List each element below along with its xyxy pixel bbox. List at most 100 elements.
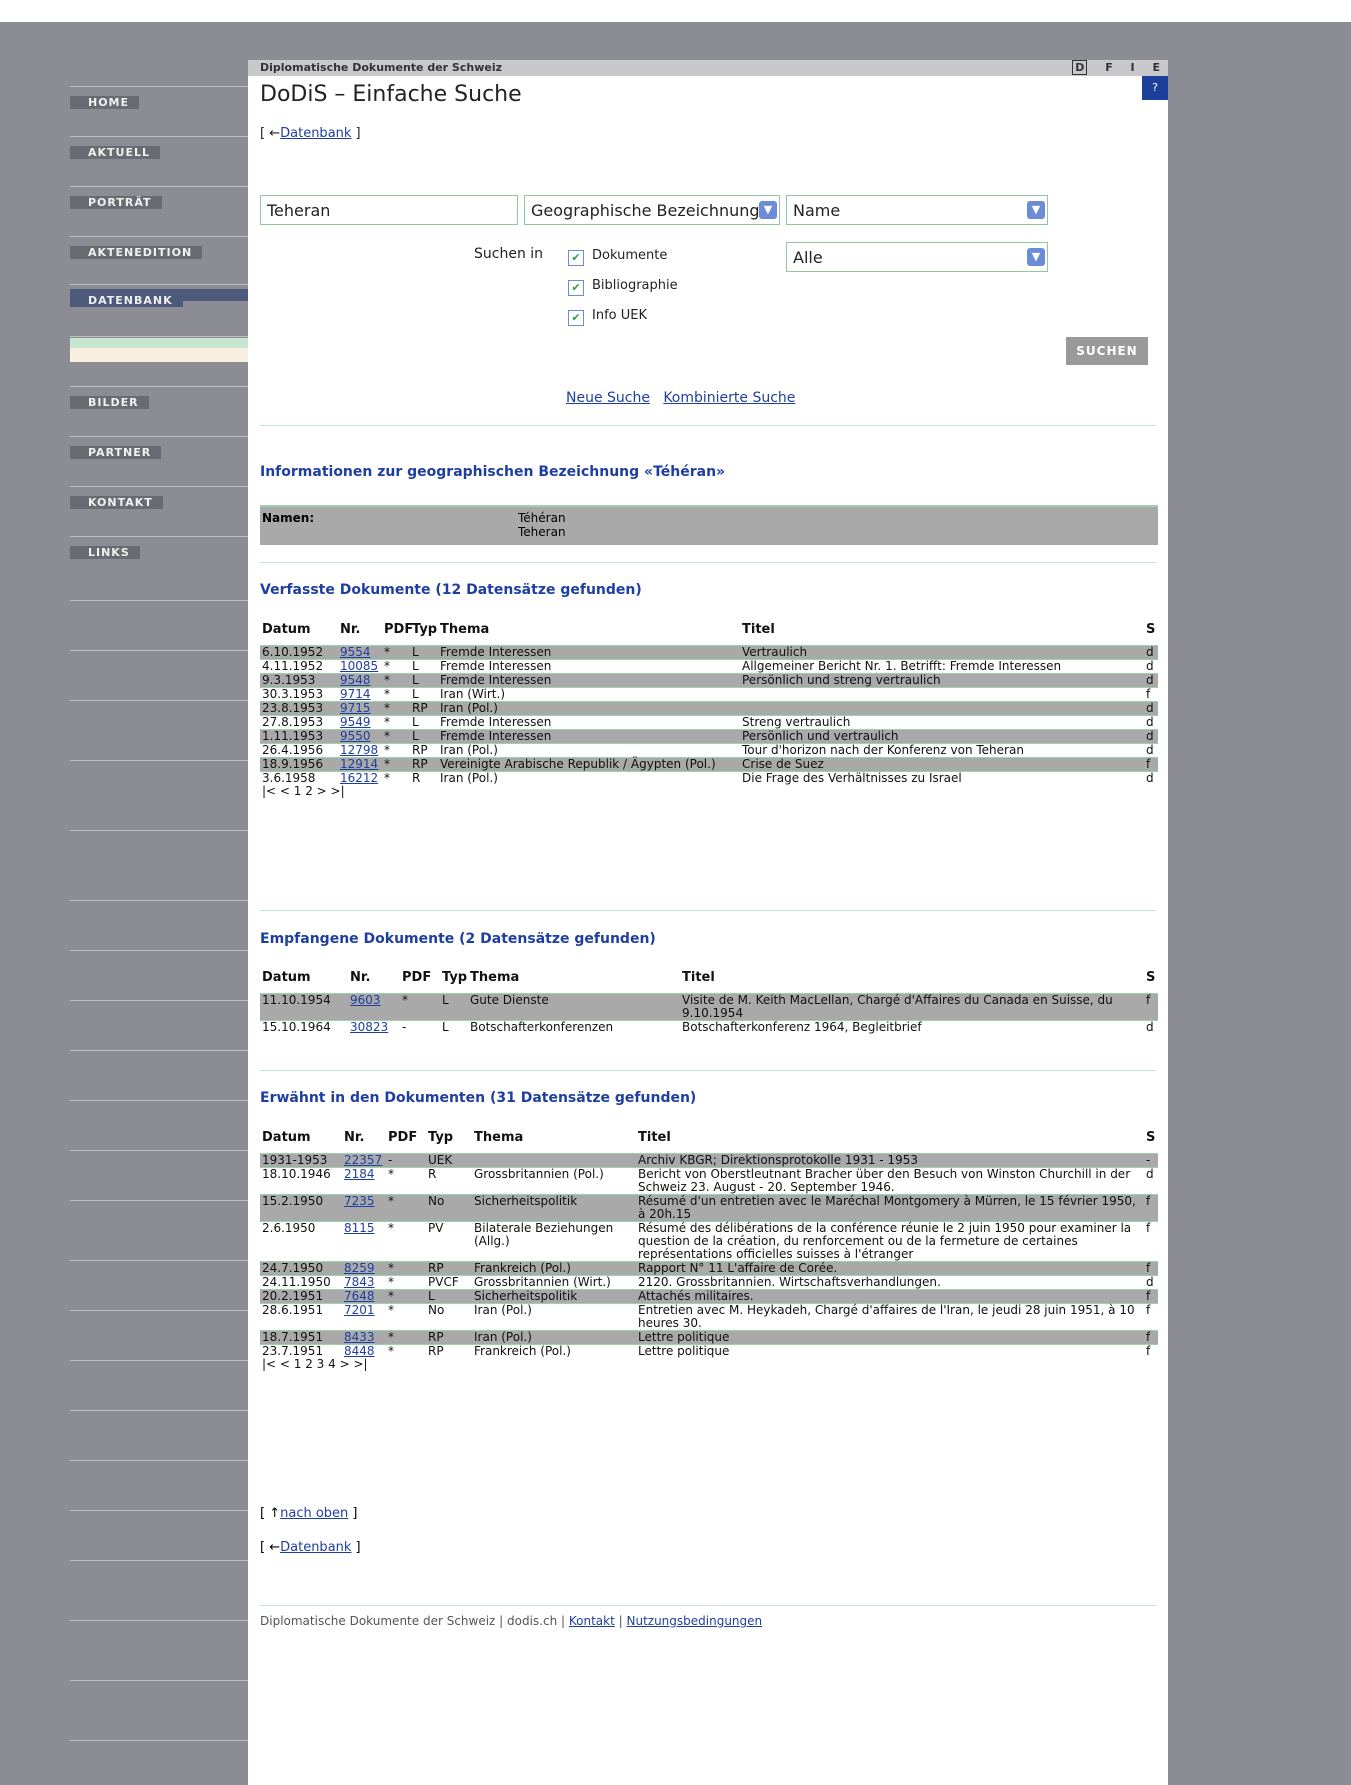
table-cell: d bbox=[1144, 645, 1158, 660]
nav-tag: DATENBANK bbox=[70, 289, 248, 307]
scope-select[interactable]: Alle ▼ bbox=[786, 242, 1048, 272]
lang-i[interactable]: I bbox=[1131, 61, 1135, 74]
doc-number-link[interactable]: 7201 bbox=[344, 1303, 375, 1317]
nav-label: KONTAKT bbox=[70, 496, 163, 509]
database-link-bottom[interactable]: Datenbank bbox=[280, 1540, 351, 1555]
field-select[interactable]: Geographische Bezeichnung ▼ bbox=[524, 195, 780, 225]
pager[interactable]: |< < 1 2 > >| bbox=[260, 785, 1158, 798]
check-dokumente[interactable]: ✔ Dokumente bbox=[568, 248, 667, 266]
table-cell: Entretien avec M. Heykadeh, Chargé d'aff… bbox=[636, 1303, 1144, 1331]
doc-number-link[interactable]: 9550 bbox=[340, 729, 371, 743]
combined-search-link[interactable]: Kombinierte Suche bbox=[663, 390, 795, 406]
table-row: 11.10.1954 9603 * L Gute Dienste Visite de M.… bbox=[260, 993, 1158, 1021]
doc-number-link[interactable]: 10085 bbox=[340, 659, 378, 673]
doc-number-link[interactable]: 12798 bbox=[340, 743, 378, 757]
doc-number-link[interactable]: 7648 bbox=[344, 1289, 375, 1303]
table-row: 24.7.1950 8259 * RP Frankreich (Pol.) Rapport… bbox=[260, 1261, 1158, 1276]
nav-divider bbox=[70, 86, 248, 87]
table-cell: * bbox=[386, 1275, 426, 1290]
nav-item-datenbank[interactable]: DATENBANK bbox=[70, 258, 248, 315]
doc-number-link[interactable]: 12914 bbox=[340, 757, 378, 771]
doc-number-link[interactable]: 2184 bbox=[344, 1167, 375, 1181]
nav-item-porträt[interactable]: PORTRÄT bbox=[70, 160, 248, 217]
footer-kontakt-link[interactable]: Kontakt bbox=[569, 1614, 615, 1628]
database-link[interactable]: Datenbank bbox=[280, 126, 351, 141]
nav-item-bilder[interactable]: BILDER bbox=[70, 360, 248, 417]
help-icon: ? bbox=[1152, 81, 1158, 94]
table-cell: f bbox=[1144, 1344, 1158, 1358]
doc-number-link[interactable]: 30823 bbox=[350, 1020, 388, 1034]
table-cell: - bbox=[386, 1153, 426, 1168]
separator bbox=[260, 562, 1156, 563]
nav-line bbox=[70, 1310, 248, 1311]
nav-item-links[interactable]: LINKS bbox=[70, 510, 248, 567]
doc-number-link[interactable]: 7843 bbox=[344, 1275, 375, 1289]
doc-number-link[interactable]: 9603 bbox=[350, 993, 381, 1007]
table-cell: d bbox=[1144, 701, 1158, 716]
lang-d[interactable]: D bbox=[1072, 60, 1088, 75]
table-cell: 4.11.1952 bbox=[260, 659, 338, 674]
table-row: 26.4.1956 12798 * RP Iran (Pol.) Tour d'horiz… bbox=[260, 743, 1158, 758]
table-row: 3.6.1958 16212 * R Iran (Pol.) Die Frage des … bbox=[260, 771, 1158, 785]
table-cell: Résumé d'un entretien avec le Maréchal M… bbox=[636, 1194, 1144, 1222]
nav-item-aktuell[interactable]: AKTUELL bbox=[70, 110, 248, 167]
doc-number-link[interactable]: 8115 bbox=[344, 1221, 375, 1235]
check-bibliographie[interactable]: ✔ Bibliographie bbox=[568, 278, 678, 296]
nav-item-kontakt[interactable]: KONTAKT bbox=[70, 460, 248, 517]
table-cell: No bbox=[426, 1194, 472, 1222]
nav-item-home[interactable]: HOME bbox=[70, 60, 248, 117]
nav-item-partner[interactable]: PARTNER bbox=[70, 410, 248, 467]
help-button[interactable]: ? bbox=[1142, 76, 1168, 100]
doc-number-link[interactable]: 8448 bbox=[344, 1344, 375, 1358]
table-cell: Vertraulich bbox=[740, 645, 1144, 660]
table-cell: 30.3.1953 bbox=[260, 687, 338, 702]
table-cell: 24.7.1950 bbox=[260, 1261, 342, 1276]
table-cell: f bbox=[1144, 1194, 1158, 1222]
col-header: Titel bbox=[638, 1130, 671, 1145]
table-cell: * bbox=[386, 1194, 426, 1222]
doc-number-link[interactable]: 9554 bbox=[340, 645, 371, 659]
nav-tag: LINKS bbox=[70, 541, 248, 559]
table-cell: Iran (Pol.) bbox=[438, 743, 740, 758]
table-cell: f bbox=[1144, 1330, 1158, 1345]
table-cell: 9549 bbox=[338, 715, 382, 730]
doc-number-link[interactable]: 7235 bbox=[344, 1194, 375, 1208]
doc-number-link[interactable]: 9715 bbox=[340, 701, 371, 715]
footer-separator bbox=[260, 1605, 1156, 1606]
table-cell: * bbox=[386, 1167, 426, 1195]
to-top-link[interactable]: nach oben bbox=[280, 1506, 348, 1521]
doc-number-link[interactable]: 22357 bbox=[344, 1153, 382, 1167]
nav-divider bbox=[70, 284, 248, 285]
search-button[interactable]: SUCHEN bbox=[1066, 337, 1148, 365]
table-cell: Gute Dienste bbox=[468, 993, 680, 1021]
lang-e[interactable]: E bbox=[1152, 61, 1160, 74]
table-cell: f bbox=[1144, 1221, 1158, 1262]
field2-select-value: Name bbox=[793, 201, 841, 220]
table-cell: 23.7.1951 bbox=[260, 1344, 342, 1358]
arrow-left-icon: ← bbox=[269, 126, 281, 141]
table-cell: 26.4.1956 bbox=[260, 743, 338, 758]
check-info-uek[interactable]: ✔ Info UEK bbox=[568, 308, 647, 326]
table-cell: Fremde Interessen bbox=[438, 729, 740, 744]
table-cell: * bbox=[382, 645, 410, 660]
col-header: Titel bbox=[742, 622, 775, 637]
field2-select[interactable]: Name ▼ bbox=[786, 195, 1048, 225]
new-search-link[interactable]: Neue Suche bbox=[566, 390, 650, 406]
top-band bbox=[0, 0, 1351, 22]
table-cell: 28.6.1951 bbox=[260, 1303, 342, 1331]
table-cell: Fremde Interessen bbox=[438, 645, 740, 660]
table-cell: Iran (Pol.) bbox=[438, 771, 740, 785]
footer-terms-link[interactable]: Nutzungsbedingungen bbox=[626, 1614, 762, 1628]
search-input[interactable]: Teheran bbox=[260, 195, 518, 225]
doc-number-link[interactable]: 8433 bbox=[344, 1330, 375, 1344]
doc-number-link[interactable]: 9548 bbox=[340, 673, 371, 687]
doc-number-link[interactable]: 9714 bbox=[340, 687, 371, 701]
doc-number-link[interactable]: 9549 bbox=[340, 715, 371, 729]
doc-number-link[interactable]: 16212 bbox=[340, 771, 378, 785]
col-header: Datum bbox=[262, 622, 311, 637]
pager[interactable]: |< < 1 2 3 4 > >| bbox=[260, 1358, 1158, 1371]
lang-f[interactable]: F bbox=[1105, 61, 1113, 74]
doc-number-link[interactable]: 8259 bbox=[344, 1261, 375, 1275]
nav-line bbox=[70, 900, 248, 901]
table-cell: * bbox=[386, 1221, 426, 1262]
